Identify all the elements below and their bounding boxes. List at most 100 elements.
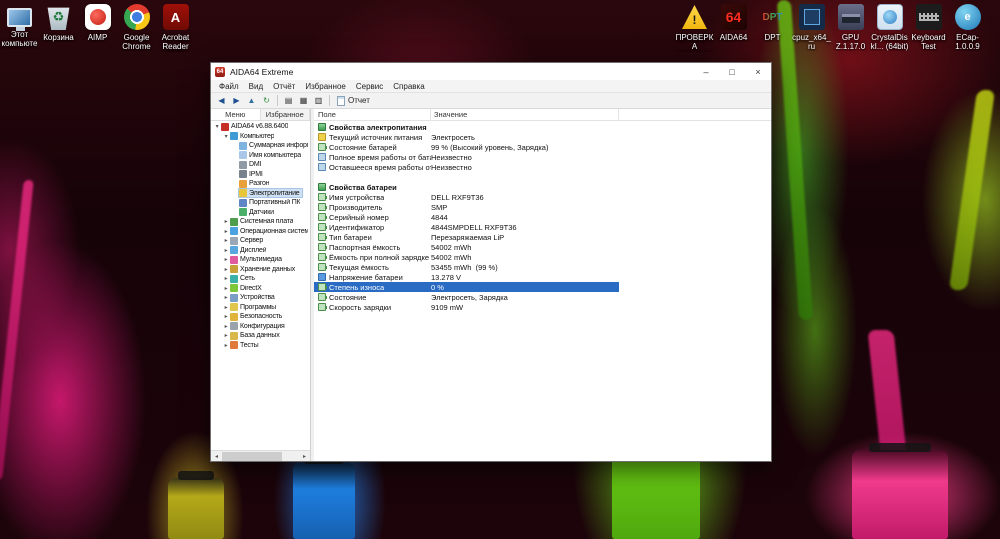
menu-item[interactable]: Отчёт	[268, 82, 300, 91]
scrollbar-thumb[interactable]	[222, 451, 282, 461]
desktop-icon[interactable]: KeyboardTest	[909, 4, 948, 52]
tree-item[interactable]: ▸ Дисплей	[211, 246, 310, 256]
table-section-row[interactable]: Свойства батареи	[314, 182, 619, 192]
table-row[interactable]: Текущая ёмкость 53455 mWh (99 %)	[314, 262, 619, 272]
table-row[interactable]: Степень износа 0 %	[314, 282, 619, 292]
toolbar-report-wizard-icon[interactable]: ▤	[281, 94, 296, 108]
desktop-icon[interactable]: cpuz_x64_ru	[792, 4, 831, 52]
tree-item[interactable]: Имя компьютера	[211, 151, 310, 161]
scroll-right-icon[interactable]: ▸	[299, 451, 310, 462]
scroll-left-icon[interactable]: ◂	[211, 451, 222, 462]
tree-item[interactable]: ▸ Программы	[211, 303, 310, 313]
tree-item[interactable]: ▸ DirectX	[211, 284, 310, 294]
table-row[interactable]: Полное время работы от бата... Неизвестно	[314, 152, 619, 162]
table-row[interactable]: Напряжение батареи 13.278 V	[314, 272, 619, 282]
desktop-icon[interactable]: Google Chrome	[117, 4, 156, 52]
toolbar-chart-icon[interactable]: ▦	[296, 94, 311, 108]
expander-icon[interactable]: ▸	[222, 323, 230, 330]
expander-icon[interactable]: ▸	[222, 228, 230, 235]
tree-item-label: Имя компьютера	[249, 151, 301, 159]
tree-item[interactable]: ▸ Хранение данных	[211, 265, 310, 275]
tree-item[interactable]: ▸ Сеть	[211, 274, 310, 284]
desktop-icon[interactable]: ECap-1.0.0.9	[948, 4, 987, 52]
desktop-icon[interactable]: DPT	[753, 4, 792, 52]
minimize-button[interactable]: –	[693, 63, 719, 80]
expander-icon[interactable]: ▸	[222, 275, 230, 282]
maximize-button[interactable]: □	[719, 63, 745, 80]
toolbar-refresh-icon[interactable]: ↻	[259, 94, 274, 108]
expander-icon[interactable]: ▸	[222, 237, 230, 244]
tab-favorites[interactable]: Избранное	[261, 109, 310, 120]
toolbar-graph-icon[interactable]: ▥	[311, 94, 326, 108]
expander-icon[interactable]: ▸	[222, 218, 230, 225]
column-header-value[interactable]: Значение	[431, 109, 619, 120]
desktop-icon[interactable]: Этот компьютер	[0, 4, 39, 52]
expander-icon[interactable]: ▸	[222, 247, 230, 254]
titlebar[interactable]: 64 AIDA64 Extreme – □ ×	[211, 63, 771, 80]
desktop-icon[interactable]: ПРОВЕРКА WEB_ЗВУК_...	[675, 4, 714, 52]
toolbar-back-icon[interactable]: ◀	[214, 94, 229, 108]
tree-item[interactable]: Электропитание	[211, 188, 310, 199]
table-section-row[interactable]: Свойства электропитания	[314, 122, 619, 132]
table-row[interactable]: Текущий источник питания Электросеть	[314, 132, 619, 142]
menu-item[interactable]: Вид	[244, 82, 268, 91]
tree-item[interactable]: Датчики	[211, 208, 310, 218]
tree-item[interactable]: DMI	[211, 160, 310, 170]
table-row[interactable]: Состояние батарей 99 % (Высокий уровень, …	[314, 142, 619, 152]
table-row[interactable]: Идентификатор 4844SMPDELL RXF9T36	[314, 222, 619, 232]
scrollbar-track[interactable]	[222, 451, 299, 462]
tree-item[interactable]: ▸ Безопасность	[211, 312, 310, 322]
table-row[interactable]: Производитель SMP	[314, 202, 619, 212]
table-row[interactable]: Паспортная ёмкость 54002 mWh	[314, 242, 619, 252]
desktop-icon[interactable]: AIDA64	[714, 4, 753, 52]
expander-icon[interactable]: ▾	[213, 123, 221, 130]
tree-item[interactable]: ▸ Устройства	[211, 293, 310, 303]
table-row[interactable]: Тип батареи Перезаряжаемая LiP	[314, 232, 619, 242]
table-row[interactable]: Состояние Электросеть, Зарядка	[314, 292, 619, 302]
desktop-icon[interactable]: GPU Z.1.17.0	[831, 4, 870, 52]
table-row[interactable]: Серийный номер 4844	[314, 212, 619, 222]
battery-icon	[318, 283, 327, 291]
expander-icon[interactable]: ▸	[222, 304, 230, 311]
horizontal-scrollbar[interactable]: ◂ ▸	[211, 450, 310, 461]
table-row[interactable]: Ёмкость при полной зарядке 54002 mWh	[314, 252, 619, 262]
desktop-icon[interactable]: AIMP	[78, 4, 117, 52]
toolbar-forward-icon[interactable]: ▶	[229, 94, 244, 108]
table-row[interactable]: Оставшееся время работы от ... Неизвестно	[314, 162, 619, 172]
tree-item[interactable]: ▸ Конфигурация	[211, 322, 310, 332]
desktop-icon[interactable]: Корзина	[39, 4, 78, 52]
report-button[interactable]: Отчет	[333, 95, 374, 106]
expander-icon[interactable]: ▸	[222, 266, 230, 273]
tree-item[interactable]: ▸ Сервер	[211, 236, 310, 246]
tree-item[interactable]: Разгон	[211, 179, 310, 189]
toolbar-up-icon[interactable]: ▲	[244, 94, 259, 108]
menu-item[interactable]: Избранное	[300, 82, 351, 91]
tree-item[interactable]: ▾ Компьютер	[211, 132, 310, 142]
expander-icon[interactable]: ▾	[222, 133, 230, 140]
desktop-icon[interactable]: CrystalDiskI... (64bit)	[870, 4, 909, 52]
table-row[interactable]: Имя устройства DELL RXF9T36	[314, 192, 619, 202]
tree-item[interactable]: ▸ Мультимедиа	[211, 255, 310, 265]
tree-item[interactable]: Суммарная информация	[211, 141, 310, 151]
menu-item[interactable]: Сервис	[351, 82, 388, 91]
expander-icon[interactable]: ▸	[222, 332, 230, 339]
tree-item[interactable]: ▾ AIDA64 v6.88.6400	[211, 122, 310, 132]
table-row[interactable]: Скорость зарядки 9109 mW	[314, 302, 619, 312]
expander-icon[interactable]: ▸	[222, 285, 230, 292]
tab-menu[interactable]: Меню	[211, 109, 261, 120]
tree-item[interactable]: Портативный ПК	[211, 198, 310, 208]
tree-item[interactable]: IPMI	[211, 170, 310, 180]
expander-icon[interactable]: ▸	[222, 294, 230, 301]
column-header-field[interactable]: Поле	[314, 109, 431, 120]
expander-icon[interactable]: ▸	[222, 256, 230, 263]
tree-item[interactable]: ▸ Системная плата	[211, 217, 310, 227]
expander-icon[interactable]: ▸	[222, 342, 230, 349]
menu-item[interactable]: Файл	[214, 82, 244, 91]
close-button[interactable]: ×	[745, 63, 771, 80]
desktop-icon[interactable]: Acrobat Reader 2020	[156, 4, 195, 52]
tree-item[interactable]: ▸ Тесты	[211, 341, 310, 351]
tree-item[interactable]: ▸ Операционная система	[211, 227, 310, 237]
menu-item[interactable]: Справка	[388, 82, 429, 91]
tree-item[interactable]: ▸ База данных	[211, 331, 310, 341]
expander-icon[interactable]: ▸	[222, 313, 230, 320]
